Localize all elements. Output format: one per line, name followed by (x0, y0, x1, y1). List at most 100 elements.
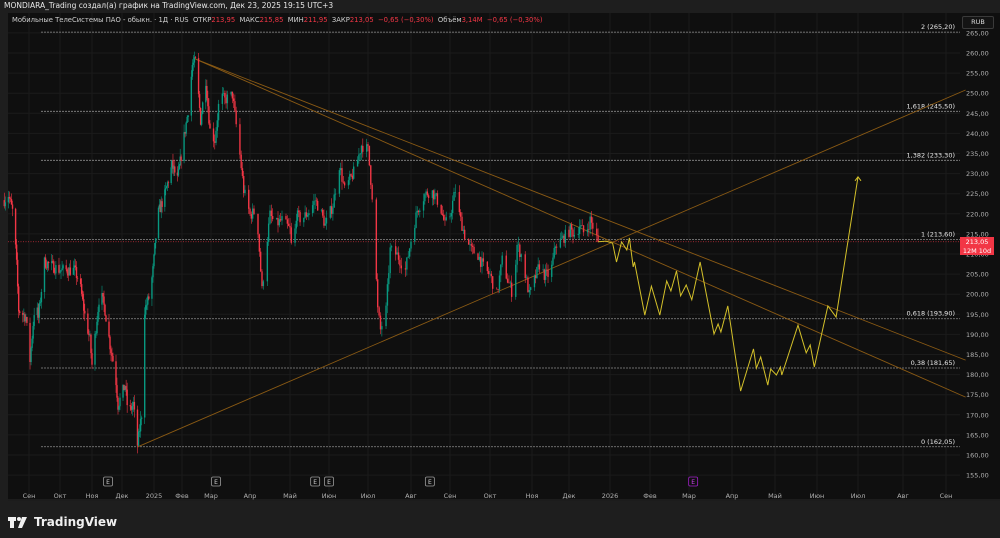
candle-down (486, 261, 489, 272)
earnings-marker[interactable]: E (103, 476, 113, 487)
candle-up (267, 223, 270, 242)
volume-value: 3,14M (461, 16, 483, 24)
price-chart[interactable]: 2 (265,20) 1,618 (245,50) 1,382 (233,30) 1 … (0, 0, 1000, 505)
price-axis-label: 255,00 (966, 70, 989, 78)
fib-level-label: 1,382 (233,30) (907, 151, 956, 159)
candle-down (395, 246, 397, 255)
time-axis[interactable]: Сен Окт Ноя Дек 2025 Фев Мар Апр Май Июн Июл Авг Сен… (23, 492, 953, 500)
candle-down (259, 251, 262, 272)
candle-down (459, 212, 462, 217)
time-axis-label: Фев (643, 492, 657, 500)
price-axis-label: 265,00 (966, 29, 989, 37)
candle-down (271, 216, 274, 220)
candle-up (138, 431, 141, 432)
candle-down (461, 216, 463, 231)
candle-down (555, 246, 558, 248)
candle-up (560, 237, 563, 239)
candle-down (15, 244, 18, 260)
candle-down (90, 334, 92, 354)
candle-down (505, 255, 507, 279)
candle-down (103, 296, 105, 305)
candle-down (198, 94, 201, 108)
candle-up (449, 216, 451, 218)
candle-down (167, 182, 170, 184)
candle-up (33, 315, 35, 326)
candle-up (359, 153, 361, 155)
candle-down (231, 91, 234, 99)
price-axis-label: 220,00 (966, 210, 989, 218)
time-axis-label: Дек (115, 492, 128, 500)
fib-level-label: 1 (213,60) (921, 231, 955, 239)
candle-up (200, 113, 203, 125)
earnings-marker-label: E (106, 479, 110, 486)
candle-down (66, 269, 68, 274)
candle-up (62, 265, 64, 269)
candle-up (146, 304, 148, 306)
symbol-name: Мобильные ТелеСистемы ПАО - обыкн. · 1Д … (12, 16, 189, 24)
candle-down (109, 336, 111, 350)
candle-up (251, 208, 254, 219)
candle-up (94, 333, 96, 365)
time-axis-label: Сен (940, 492, 953, 500)
candle-down (115, 361, 117, 386)
candle-up (381, 326, 383, 330)
candle-up (520, 254, 522, 257)
candle-up (533, 275, 536, 288)
time-axis-label: 2026 (602, 492, 619, 500)
candle-up (389, 247, 391, 274)
candle-up (509, 282, 512, 284)
change-value: −0,65 (−0,30%) (377, 16, 434, 24)
earnings-marker[interactable]: E (688, 476, 699, 487)
earnings-marker[interactable]: E (211, 476, 221, 487)
candle-up (366, 144, 368, 152)
candle-up (416, 210, 418, 213)
candle-down (9, 198, 12, 200)
time-axis-label: Сен (23, 492, 36, 500)
candle-down (133, 401, 136, 410)
candle-down (116, 385, 118, 398)
candle-up (334, 193, 337, 195)
candle-down (235, 110, 237, 125)
candle-down (563, 235, 565, 243)
candle-up (537, 264, 539, 268)
price-axis-label: 205,00 (966, 271, 989, 279)
candle-up (320, 209, 323, 211)
candle-down (47, 262, 50, 264)
candle-down (287, 223, 290, 226)
candle-up (269, 210, 271, 224)
time-axis-label: Авг (405, 492, 417, 500)
candle-down (125, 386, 127, 390)
candle-down (527, 277, 529, 293)
chart-background (8, 13, 1000, 501)
candle-up (347, 180, 350, 186)
price-axis-label: 230,00 (966, 170, 989, 178)
candle-up (165, 187, 167, 190)
candle-down (508, 282, 510, 284)
tradingview-logo[interactable]: TradingView (8, 515, 117, 529)
candle-up (155, 238, 157, 243)
high-value: 215,85 (259, 16, 284, 24)
candle-down (87, 313, 89, 334)
candle-down (207, 97, 209, 107)
candle-up (244, 189, 246, 194)
candle-down (224, 93, 226, 98)
candle-up (445, 217, 447, 221)
candle-down (596, 228, 598, 236)
low-label: МИН (287, 16, 304, 24)
time-axis-label: Июл (361, 492, 376, 500)
candle-down (400, 265, 402, 269)
candle-down (270, 210, 273, 217)
candle-up (153, 254, 155, 267)
close-label: ЗАКР (331, 16, 350, 24)
candle-up (356, 160, 359, 167)
earnings-marker[interactable]: E (324, 476, 334, 487)
time-axis-label: Дек (562, 492, 575, 500)
candle-up (414, 227, 416, 242)
earnings-marker[interactable]: E (310, 476, 321, 487)
earnings-marker[interactable]: E (424, 476, 435, 487)
candle-up (498, 275, 501, 290)
currency-button[interactable]: RUB (962, 16, 994, 29)
tradingview-logo-icon (8, 517, 27, 528)
candle-down (18, 286, 20, 312)
candle-up (183, 132, 185, 162)
